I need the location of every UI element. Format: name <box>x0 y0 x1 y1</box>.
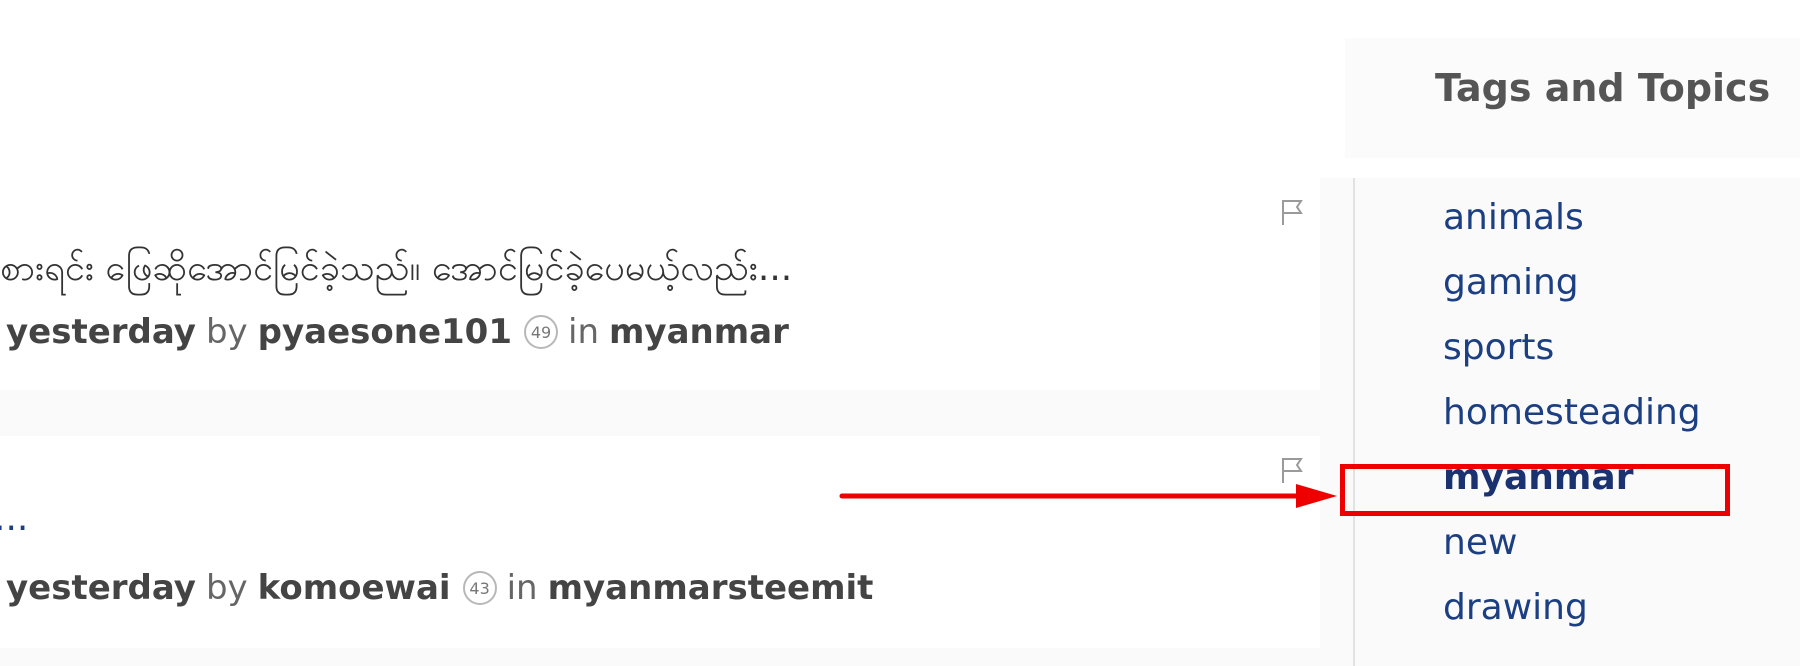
flag-icon[interactable] <box>1280 198 1306 226</box>
post-meta: yesterday by komoewai 43 in myanmarsteem… <box>6 568 873 608</box>
tag-item-sports[interactable]: sports <box>1443 325 1701 390</box>
sidebar-header: Tags and Topics <box>1345 38 1800 158</box>
sidebar-title: Tags and Topics <box>1435 66 1771 110</box>
feed-separator <box>0 390 1320 436</box>
post-category[interactable]: myanmarsteemit <box>548 568 874 608</box>
reputation-badge: 49 <box>524 315 558 349</box>
feed-post: ... yesterday by komoewai 43 in myanmars… <box>0 436 1320 648</box>
post-title[interactable]: ... <box>0 498 60 539</box>
tag-item-new[interactable]: new <box>1443 520 1701 585</box>
tag-item-drawing[interactable]: drawing <box>1443 585 1701 650</box>
flag-icon[interactable] <box>1280 456 1306 484</box>
in-label: in <box>568 312 599 352</box>
by-label: by <box>205 568 248 608</box>
highlight-box <box>1340 464 1730 516</box>
post-category[interactable]: myanmar <box>609 312 789 352</box>
tag-item-animals[interactable]: animals <box>1443 195 1701 260</box>
tag-item-homesteading[interactable]: homesteading <box>1443 390 1701 455</box>
tag-item-gaming[interactable]: gaming <box>1443 260 1701 325</box>
sidebar-divider <box>1353 178 1355 666</box>
feed-separator <box>0 648 1320 666</box>
post-time[interactable]: yesterday <box>6 568 196 608</box>
tag-list: animals gaming sports homesteading myanm… <box>1443 195 1701 650</box>
feed-post: စားရင်း ဖြေဆိုအောင်မြင်ခဲ့သည်။ အောင်မြင်… <box>0 190 1320 390</box>
post-time[interactable]: yesterday <box>6 312 196 352</box>
post-meta: yesterday by pyaesone101 49 in myanmar <box>6 312 789 352</box>
post-author[interactable]: pyaesone101 <box>258 312 512 352</box>
reputation-badge: 43 <box>462 571 497 605</box>
post-title[interactable]: စားရင်း ဖြေဆိုအောင်မြင်ခဲ့သည်။ အောင်မြင်… <box>0 244 990 298</box>
by-label: by <box>205 312 248 352</box>
post-author[interactable]: komoewai <box>258 568 451 608</box>
in-label: in <box>506 568 538 608</box>
